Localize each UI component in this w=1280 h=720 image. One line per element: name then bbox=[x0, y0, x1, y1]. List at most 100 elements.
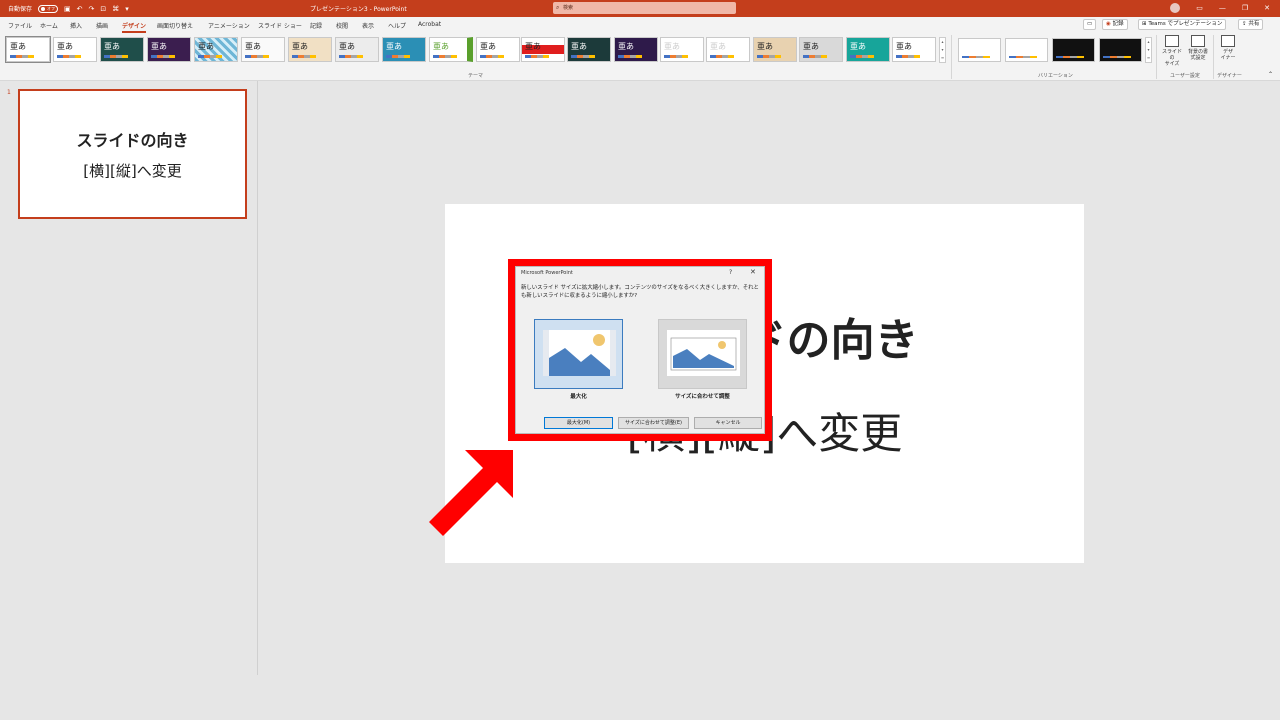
slide-size-button[interactable]: スライドの サイズ bbox=[1160, 35, 1184, 67]
designer-group-label: デザイナー bbox=[1217, 73, 1242, 79]
teams-present-label: Teams でプレゼンテーション bbox=[1148, 21, 1223, 27]
theme-red-band[interactable]: 亜あ bbox=[521, 37, 565, 62]
theme-tan[interactable]: 亜あ bbox=[753, 37, 797, 62]
ribbon-display-icon[interactable]: ▭ bbox=[1196, 4, 1203, 12]
theme-color-stripe bbox=[480, 55, 504, 58]
theme-color-stripe bbox=[757, 55, 781, 58]
help-icon[interactable]: ? bbox=[729, 269, 732, 276]
tab-animations[interactable]: アニメーション bbox=[208, 21, 250, 30]
maximize-button[interactable]: 最大化(M) bbox=[544, 417, 613, 429]
save-icon[interactable]: ▣ bbox=[64, 5, 71, 13]
avatar[interactable] bbox=[1170, 3, 1181, 13]
theme-glyph: 亜あ bbox=[198, 42, 214, 51]
variation-2[interactable] bbox=[1005, 38, 1048, 62]
theme-white[interactable]: 亜あ bbox=[892, 37, 936, 62]
fit-option[interactable] bbox=[658, 319, 747, 389]
tab-record[interactable]: 記録 bbox=[310, 21, 322, 30]
customize-qat-icon[interactable]: ▾ bbox=[125, 5, 129, 13]
tab-home[interactable]: ホーム bbox=[40, 21, 58, 30]
tab-acrobat[interactable]: Acrobat bbox=[418, 21, 441, 28]
theme-color-stripe bbox=[525, 55, 549, 58]
tab-review[interactable]: 校閲 bbox=[336, 21, 348, 30]
theme-color-stripe bbox=[896, 55, 920, 58]
thumbnail-subtitle: [横][縦]へ変更 bbox=[83, 162, 182, 180]
variations-scroll[interactable]: ▴ ▾ ≡ bbox=[1145, 37, 1152, 63]
dialog-title: Microsoft PowerPoint bbox=[521, 270, 573, 276]
theme-color-stripe bbox=[850, 55, 874, 58]
theme-glyph: 亜あ bbox=[664, 42, 680, 51]
dialog-close-icon[interactable]: ✕ bbox=[750, 268, 756, 276]
theme-dark-teal[interactable]: 亜あ bbox=[567, 37, 611, 62]
theme-color-stripe bbox=[104, 55, 128, 58]
theme-color-stripe bbox=[803, 55, 827, 58]
format-painter-icon[interactable]: ⌘ bbox=[112, 5, 119, 13]
tab-slideshow[interactable]: スライド ショー bbox=[258, 21, 302, 30]
maximize-option-label: 最大化 bbox=[570, 394, 587, 400]
tab-draw[interactable]: 描画 bbox=[96, 21, 108, 30]
variation-stripe bbox=[1103, 56, 1131, 58]
document-title: プレゼンテーション3 - PowerPoint bbox=[310, 6, 407, 13]
theme-color-stripe bbox=[57, 55, 81, 58]
teams-present-button[interactable]: ⊞ Teams でプレゼンテーション bbox=[1138, 19, 1227, 30]
tab-view[interactable]: 表示 bbox=[362, 21, 374, 30]
theme-glyph: 亜あ bbox=[850, 42, 866, 51]
theme-office-2[interactable]: 亜あ bbox=[53, 37, 97, 62]
theme-light[interactable]: 亜あ bbox=[660, 37, 704, 62]
share-button[interactable]: ⇪ 共有 bbox=[1238, 19, 1264, 30]
thumbnail-title: スライドの向き bbox=[76, 131, 189, 150]
slide-size-label: スライドの サイズ bbox=[1161, 49, 1182, 67]
present-icon[interactable]: ⊡ bbox=[100, 5, 106, 13]
theme-color-stripe bbox=[245, 55, 269, 58]
theme-dark-purple[interactable]: 亜あ bbox=[614, 37, 658, 62]
fit-button[interactable]: サイズに合わせて調整(E) bbox=[618, 417, 689, 429]
theme-plain[interactable]: 亜あ bbox=[476, 37, 520, 62]
collapse-ribbon-icon[interactable]: ⌃ bbox=[1268, 71, 1273, 78]
tab-transitions[interactable]: 画面切り替え bbox=[157, 21, 193, 30]
theme-wood[interactable]: 亜あ bbox=[288, 37, 332, 62]
theme-facet-dark[interactable]: 亜あ bbox=[100, 37, 144, 62]
themes-group-label: テーマ bbox=[468, 73, 484, 79]
theme-light-2[interactable]: 亜あ bbox=[706, 37, 750, 62]
theme-color-stripe bbox=[433, 55, 457, 58]
comments-button[interactable]: ▭ bbox=[1083, 19, 1097, 30]
restore-icon[interactable]: ❐ bbox=[1242, 4, 1248, 12]
variation-stripe bbox=[962, 56, 990, 58]
tab-file[interactable]: ファイル bbox=[8, 21, 32, 30]
variation-3[interactable] bbox=[1052, 38, 1095, 62]
theme-glyph: 亜あ bbox=[245, 42, 261, 51]
tab-design[interactable]: デザイン bbox=[122, 21, 147, 33]
themes-scroll[interactable]: ▴ ▾ ≡ bbox=[939, 37, 946, 63]
theme-office[interactable]: 亜あ bbox=[5, 36, 51, 63]
theme-purple[interactable]: 亜あ bbox=[147, 37, 191, 62]
maximize-option[interactable] bbox=[534, 319, 623, 389]
autosave-toggle[interactable]: オフ bbox=[38, 4, 59, 13]
format-background-button[interactable]: 背景の書 式設定 bbox=[1186, 35, 1210, 61]
theme-silver[interactable]: 亜あ bbox=[799, 37, 843, 62]
theme-gray[interactable]: 亜あ bbox=[335, 37, 379, 62]
record-button[interactable]: ◉ 記録 bbox=[1102, 19, 1128, 30]
variation-4[interactable] bbox=[1099, 38, 1142, 62]
ribbon: 亜あ 亜あ 亜あ 亜あ 亜あ 亜あ 亜あ 亜あ 亜あ 亜あ 亜あ 亜あ 亜あ 亜… bbox=[0, 33, 1280, 81]
redo-icon[interactable]: ↷ bbox=[89, 5, 95, 13]
theme-green[interactable]: 亜あ bbox=[429, 37, 473, 62]
designer-button[interactable]: デザ イナー bbox=[1217, 35, 1239, 61]
slide-thumbnail[interactable]: スライドの向き [横][縦]へ変更 bbox=[18, 89, 247, 219]
theme-teal[interactable]: 亜あ bbox=[846, 37, 890, 62]
maximize-picture-icon bbox=[543, 330, 616, 376]
designer-label: デザ イナー bbox=[1220, 49, 1236, 61]
search-box[interactable]: ⌕ 検索 bbox=[553, 2, 736, 14]
theme-color-stripe bbox=[292, 55, 316, 58]
theme-color-stripe bbox=[339, 55, 363, 58]
cancel-button[interactable]: キャンセル bbox=[694, 417, 762, 429]
theme-blue[interactable]: 亜あ bbox=[382, 37, 426, 62]
minimize-icon[interactable]: — bbox=[1219, 4, 1226, 12]
close-icon[interactable]: ✕ bbox=[1264, 4, 1270, 12]
fit-picture-icon bbox=[667, 330, 740, 376]
undo-icon[interactable]: ↶ bbox=[77, 5, 83, 13]
scale-dialog: Microsoft PowerPoint ? ✕ 新しいスライド サイズに拡大縮… bbox=[515, 266, 765, 434]
variation-1[interactable] bbox=[958, 38, 1001, 62]
theme-pattern[interactable]: 亜あ bbox=[194, 37, 238, 62]
tab-help[interactable]: ヘルプ bbox=[388, 21, 406, 30]
tab-insert[interactable]: 挿入 bbox=[70, 21, 82, 30]
theme-ion[interactable]: 亜あ bbox=[241, 37, 285, 62]
